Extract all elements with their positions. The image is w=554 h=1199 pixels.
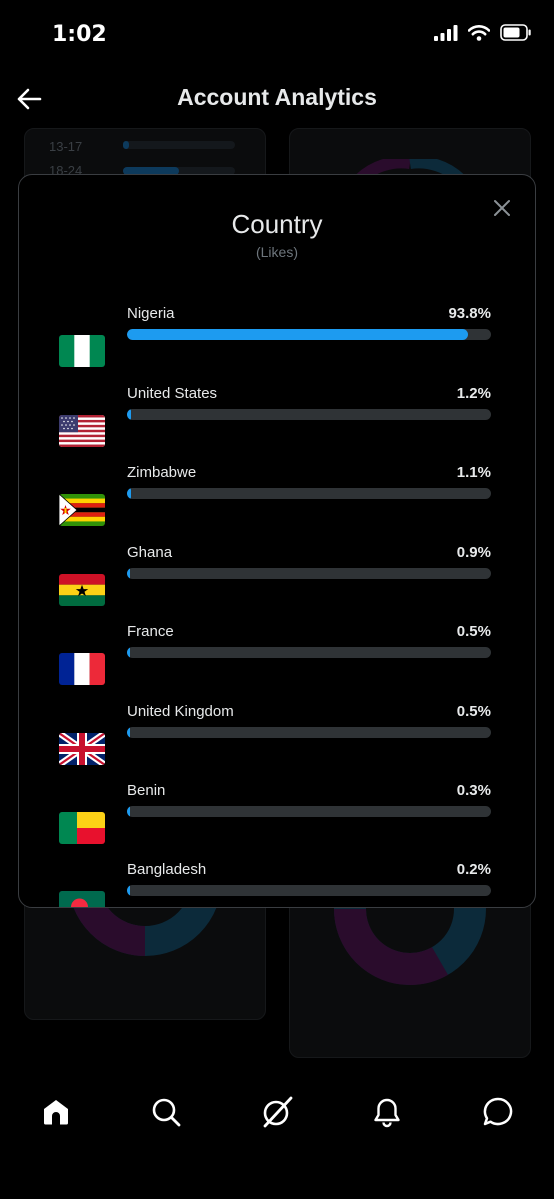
status-bar: 1:02 — [0, 0, 554, 70]
nigeria-flag-icon — [59, 335, 105, 367]
country-name: Zimbabwe — [127, 464, 197, 481]
country-bar-fill — [127, 727, 131, 738]
country-name: United Kingdom — [127, 703, 234, 720]
country-bar-fill — [127, 329, 469, 340]
page-title: Account Analytics — [177, 84, 377, 110]
country-percent: 1.1% — [456, 464, 491, 481]
country-percent: 0.5% — [456, 623, 491, 640]
zimbabwe-flag-icon — [59, 494, 105, 526]
country-modal: Country (Likes) Nigeria 93.8% United Sta… — [18, 174, 536, 908]
status-icons — [434, 24, 532, 46]
country-name: Ghana — [127, 544, 173, 561]
country-bar — [127, 568, 491, 579]
united-kingdom-flag-icon — [59, 733, 105, 765]
country-bar — [127, 647, 491, 658]
country-name: United States — [127, 385, 218, 402]
country-bar — [127, 409, 491, 420]
country-bar-fill — [127, 568, 131, 579]
country-name: Nigeria — [127, 305, 175, 322]
country-percent: 93.8% — [448, 305, 491, 322]
age-label: 13-17 — [49, 139, 83, 154]
country-row: Zimbabwe 1.1% — [19, 464, 535, 534]
age-bar — [123, 141, 235, 149]
nav-messages[interactable] — [478, 1092, 518, 1132]
age-bar-fill — [123, 141, 129, 149]
country-bar-fill — [127, 885, 131, 896]
nav-home[interactable] — [36, 1092, 76, 1132]
country-bar-fill — [127, 488, 131, 499]
country-bar — [127, 727, 491, 738]
country-bar-fill — [127, 409, 132, 420]
country-name: France — [127, 623, 174, 640]
united-states-flag-icon — [59, 415, 105, 447]
notifications-icon — [374, 1098, 400, 1128]
country-percent: 0.3% — [456, 782, 491, 799]
country-percent: 0.5% — [456, 703, 491, 720]
modal-subtitle: (Likes) — [255, 244, 298, 260]
nav-grok[interactable] — [257, 1092, 297, 1132]
bangladesh-flag-icon — [59, 891, 105, 907]
app-header: Account Analytics — [0, 70, 554, 128]
country-row: Ghana 0.9% — [19, 544, 535, 614]
search-icon — [152, 1098, 181, 1127]
country-row: Nigeria 93.8% — [19, 305, 535, 375]
country-row: United States 1.2% — [19, 385, 535, 455]
benin-flag-icon — [59, 812, 105, 844]
france-flag-icon — [59, 653, 105, 685]
country-bar — [127, 329, 491, 340]
country-bar-fill — [127, 806, 131, 817]
country-percent: 1.2% — [456, 385, 491, 402]
background-donut-chart — [334, 889, 486, 986]
country-percent: 0.9% — [456, 544, 491, 561]
country-bar-fill — [127, 647, 131, 658]
country-bar — [127, 806, 491, 817]
status-time: 1:02 — [52, 22, 107, 47]
country-percent: 0.2% — [456, 861, 491, 878]
messages-icon — [483, 1097, 513, 1126]
country-row: United Kingdom 0.5% — [19, 703, 535, 773]
country-name: Bangladesh — [127, 861, 207, 878]
ghana-flag-icon — [59, 574, 105, 606]
country-bar — [127, 885, 491, 896]
nav-search[interactable] — [146, 1092, 186, 1132]
country-bar — [127, 488, 491, 499]
battery-icon — [500, 24, 532, 46]
modal-title: Country — [231, 209, 323, 239]
wifi-icon — [467, 24, 491, 46]
nav-notifications[interactable] — [367, 1092, 407, 1132]
country-row: France 0.5% — [19, 623, 535, 693]
home-icon — [44, 1100, 68, 1125]
country-row: Benin 0.3% — [19, 782, 535, 852]
country-name: Benin — [127, 782, 166, 799]
signal-icon — [434, 24, 458, 46]
grok-icon — [263, 1096, 293, 1128]
country-row: Bangladesh 0.2% — [19, 861, 535, 907]
bottom-nav — [0, 1078, 554, 1154]
